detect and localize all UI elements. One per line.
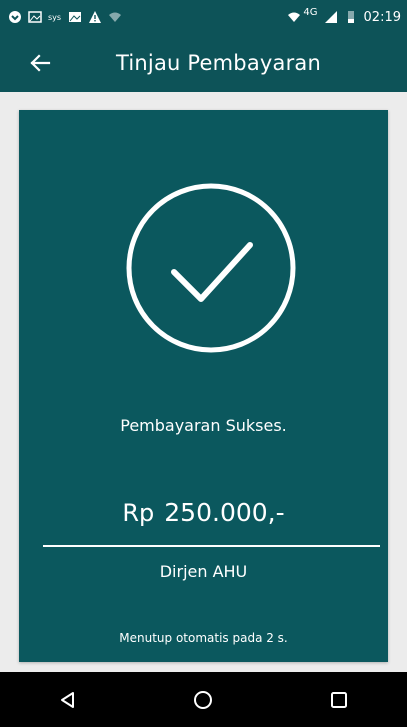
merchant-name: Dirjen AHU — [159, 562, 248, 581]
back-button[interactable] — [12, 34, 68, 92]
vpn-icon — [9, 11, 21, 23]
status-icons-left: sys — [8, 10, 122, 24]
payment-status-text: Pembayaran Sukses. — [120, 416, 287, 435]
signal-icon — [324, 11, 337, 23]
check-circle-icon — [126, 183, 296, 353]
home-circle-icon — [194, 690, 213, 709]
phone-signal-icon: sys — [48, 13, 61, 22]
network-type: 4G — [303, 6, 318, 18]
page-title: Tinjau Pembayaran — [116, 51, 322, 75]
currency-label: Rp — [122, 499, 155, 527]
status-time: 02:19 — [363, 9, 401, 25]
warning-icon — [89, 11, 101, 23]
amount-value: 250.000,- — [164, 498, 285, 527]
recents-square-icon — [331, 691, 348, 708]
auto-close-text: Menutup otomatis pada 2 s. — [119, 631, 288, 645]
nav-back-button[interactable] — [48, 680, 88, 720]
gallery-icon — [69, 12, 81, 22]
system-nav-bar — [0, 672, 407, 727]
arrow-left-icon — [30, 54, 51, 72]
svg-text:sys: sys — [48, 13, 61, 22]
image-icon — [28, 11, 42, 23]
wifi-icon — [109, 12, 121, 22]
app-bar: Tinjau Pembayaran — [0, 34, 407, 92]
battery-icon — [347, 11, 354, 23]
amount-row: Rp 250.000,- — [19, 498, 388, 527]
amount-divider — [43, 545, 380, 547]
receipt-card: Pembayaran Sukses. Rp 250.000,- Dirjen A… — [19, 110, 388, 662]
status-bar: sys 4G 02:19 — [0, 0, 407, 34]
nav-recents-button[interactable] — [319, 680, 359, 720]
status-icons-right: 4G 02:19 — [287, 6, 401, 25]
back-triangle-icon — [60, 691, 74, 708]
wifi-icon — [288, 12, 301, 22]
nav-home-button[interactable] — [183, 680, 223, 720]
